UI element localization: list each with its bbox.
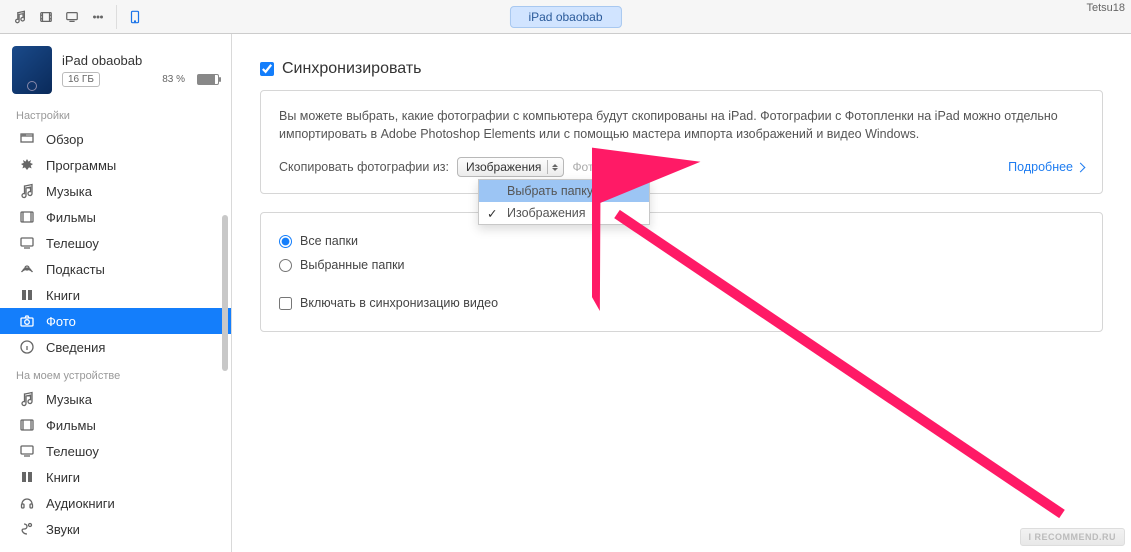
more-link[interactable]: Подробнее xyxy=(1008,160,1084,174)
movies-icon[interactable] xyxy=(34,5,58,29)
main: iPad obaobab 16 ГБ 83 % Настройки Обзор … xyxy=(0,34,1131,552)
copy-from-label: Скопировать фотографии из: xyxy=(279,160,449,174)
info-panel: Вы можете выбрать, какие фотографии с ко… xyxy=(260,90,1103,194)
movies-icon xyxy=(18,209,36,225)
device-meta: 16 ГБ 83 % xyxy=(62,72,219,87)
device-group xyxy=(116,5,147,29)
more-icon[interactable] xyxy=(86,5,110,29)
watermark-top: Tetsu18 xyxy=(1086,2,1125,14)
apps-icon xyxy=(18,157,36,173)
sidebar-device-books[interactable]: Книги xyxy=(0,464,231,490)
radio-all-folders[interactable] xyxy=(279,235,292,248)
toolbar: iPad obaobab Tetsu18 xyxy=(0,0,1131,34)
sidebar-item-label: Сведения xyxy=(46,340,105,355)
radio-selected-row: Выбранные папки xyxy=(279,253,1084,277)
sidebar-device-movies[interactable]: Фильмы xyxy=(0,412,231,438)
source-dropdown[interactable]: Изображения xyxy=(457,157,564,177)
sidebar-item-movies[interactable]: Фильмы xyxy=(0,204,231,230)
audiobooks-icon xyxy=(18,495,36,511)
sidebar-item-info[interactable]: Сведения xyxy=(0,334,231,360)
sync-checkbox-row: Синхронизировать xyxy=(260,60,1103,78)
sidebar-item-books[interactable]: Книги xyxy=(0,282,231,308)
info-text: Вы можете выбрать, какие фотографии с ко… xyxy=(279,107,1084,143)
sync-label[interactable]: Синхронизировать xyxy=(282,60,422,78)
battery-icon xyxy=(197,74,219,85)
sidebar-item-photos[interactable]: Фото xyxy=(0,308,231,334)
books-icon xyxy=(18,287,36,303)
section-device-label: На моем устройстве xyxy=(0,360,231,386)
copy-from-row: Скопировать фотографии из: Изображения Ф… xyxy=(279,157,1084,177)
sidebar-item-label: Фильмы xyxy=(46,418,96,433)
sidebar-device-music[interactable]: Музыка xyxy=(0,386,231,412)
capacity-badge: 16 ГБ xyxy=(62,72,100,87)
device-info: iPad obaobab 16 ГБ 83 % xyxy=(62,53,219,87)
music-icon xyxy=(18,391,36,407)
radio-all-label: Все папки xyxy=(300,234,358,248)
overview-icon xyxy=(18,131,36,147)
dropdown-option-images[interactable]: ✓ Изображения xyxy=(479,202,649,224)
ipad-icon[interactable] xyxy=(123,5,147,29)
sidebar-item-label: Телешоу xyxy=(46,236,99,251)
sync-checkbox[interactable] xyxy=(260,62,274,76)
include-video-row: Включать в синхронизацию видео xyxy=(279,291,1084,315)
sidebar-item-label: Телешоу xyxy=(46,444,99,459)
device-tab[interactable]: iPad obaobab xyxy=(509,6,621,28)
dropdown-selected-value: Изображения xyxy=(466,160,541,174)
sidebar-item-label: Книги xyxy=(46,470,80,485)
tv-icon xyxy=(18,443,36,459)
device-thumbnail-icon xyxy=(12,46,52,94)
sidebar-item-overview[interactable]: Обзор xyxy=(0,126,231,152)
dropdown-option-choose-folder[interactable]: Выбрать папку… xyxy=(479,180,649,202)
sidebar-item-label: Фильмы xyxy=(46,210,96,225)
sidebar-item-label: Обзор xyxy=(46,132,84,147)
tv-icon xyxy=(18,235,36,251)
sidebar-device-tv[interactable]: Телешоу xyxy=(0,438,231,464)
books-icon xyxy=(18,469,36,485)
sidebar-item-label: Музыка xyxy=(46,392,92,407)
battery-percent: 83 % xyxy=(162,74,185,85)
device-header[interactable]: iPad obaobab 16 ГБ 83 % xyxy=(0,42,231,100)
photos-count: Фото: 0 xyxy=(572,160,613,174)
movies-icon xyxy=(18,417,36,433)
sidebar-item-podcasts[interactable]: Подкасты xyxy=(0,256,231,282)
sidebar-item-label: Аудиокниги xyxy=(46,496,115,511)
sounds-icon xyxy=(18,521,36,537)
options-panel: Все папки Выбранные папки Включать в син… xyxy=(260,212,1103,332)
sidebar-item-apps[interactable]: Программы xyxy=(0,152,231,178)
media-nav-group xyxy=(8,5,110,29)
check-icon: ✓ xyxy=(487,206,497,221)
watermark-bottom: I RECOMMEND.RU xyxy=(1020,528,1126,546)
sidebar-item-label: Звуки xyxy=(46,522,80,537)
sidebar-item-label: Музыка xyxy=(46,184,92,199)
include-video-checkbox[interactable] xyxy=(279,297,292,310)
sidebar-item-label: Книги xyxy=(46,288,80,303)
music-icon xyxy=(18,183,36,199)
sidebar-item-tv[interactable]: Телешоу xyxy=(0,230,231,256)
section-settings-label: Настройки xyxy=(0,100,231,126)
include-video-label: Включать в синхронизацию видео xyxy=(300,296,498,310)
device-name: iPad obaobab xyxy=(62,53,219,68)
source-dropdown-menu: Выбрать папку… ✓ Изображения xyxy=(478,179,650,225)
radio-all-row: Все папки xyxy=(279,229,1084,253)
sidebar: iPad obaobab 16 ГБ 83 % Настройки Обзор … xyxy=(0,34,232,552)
sidebar-device-sounds[interactable]: Звуки xyxy=(0,516,231,542)
content: Синхронизировать Вы можете выбрать, каки… xyxy=(232,34,1131,552)
podcasts-icon xyxy=(18,261,36,277)
dropdown-option-label: Изображения xyxy=(507,206,586,220)
music-icon[interactable] xyxy=(8,5,32,29)
sidebar-item-label: Фото xyxy=(46,314,76,329)
radio-selected-label: Выбранные папки xyxy=(300,258,405,272)
tv-icon[interactable] xyxy=(60,5,84,29)
radio-selected-folders[interactable] xyxy=(279,259,292,272)
sidebar-item-label: Подкасты xyxy=(46,262,105,277)
sidebar-device-audiobooks[interactable]: Аудиокниги xyxy=(0,490,231,516)
sidebar-item-music[interactable]: Музыка xyxy=(0,178,231,204)
info-icon xyxy=(18,339,36,355)
updown-icon xyxy=(547,160,559,174)
sidebar-item-label: Программы xyxy=(46,158,116,173)
camera-icon xyxy=(18,313,36,329)
